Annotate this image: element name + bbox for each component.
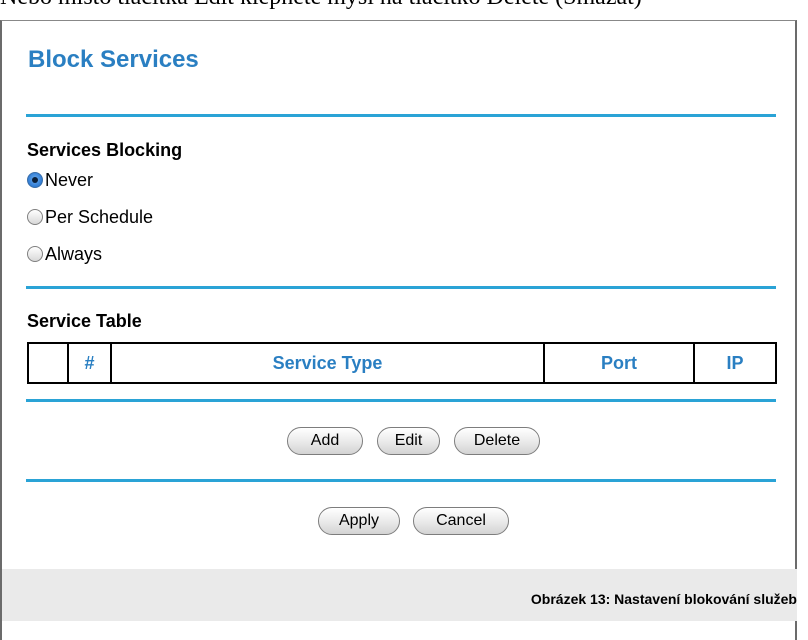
- column-header-ip: IP: [693, 342, 777, 384]
- radio-per-schedule[interactable]: [27, 209, 43, 225]
- edit-button[interactable]: Edit: [377, 427, 440, 455]
- service-table: # Service Type Port IP: [27, 342, 777, 384]
- services-blocking-label: Services Blocking: [27, 140, 183, 160]
- radio-per-schedule-row[interactable]: Per Schedule: [27, 205, 153, 229]
- divider: [26, 114, 776, 117]
- divider: [26, 399, 776, 402]
- column-header-select: [27, 342, 69, 384]
- radio-never-label: Never: [45, 169, 94, 190]
- divider: [26, 286, 776, 289]
- radio-always-row[interactable]: Always: [27, 242, 102, 266]
- cancel-button[interactable]: Cancel: [413, 507, 509, 535]
- radio-per-schedule-label: Per Schedule: [45, 206, 154, 227]
- figure-caption: Obrázek 13: Nastavení blokování služeb: [530, 591, 797, 607]
- radio-never-row[interactable]: Never: [27, 168, 93, 192]
- service-table-label: Service Table: [27, 311, 142, 331]
- add-button[interactable]: Add: [287, 427, 363, 455]
- divider: [26, 479, 776, 482]
- column-header-port: Port: [543, 342, 695, 384]
- radio-always[interactable]: [27, 246, 43, 262]
- column-header-number: #: [67, 342, 112, 384]
- page-title: Block Services: [28, 46, 199, 73]
- document-text-above: Nebo místo tlačítka Edit klepněte myší n…: [0, 0, 808, 11]
- caption-bar: Obrázek 13: Nastavení blokování služeb: [2, 569, 797, 621]
- column-header-service-type: Service Type: [110, 342, 545, 384]
- apply-button[interactable]: Apply: [318, 507, 400, 535]
- delete-button[interactable]: Delete: [454, 427, 540, 455]
- table-header-row: # Service Type Port IP: [27, 342, 777, 384]
- radio-never[interactable]: [27, 172, 43, 188]
- radio-always-label: Always: [45, 243, 103, 264]
